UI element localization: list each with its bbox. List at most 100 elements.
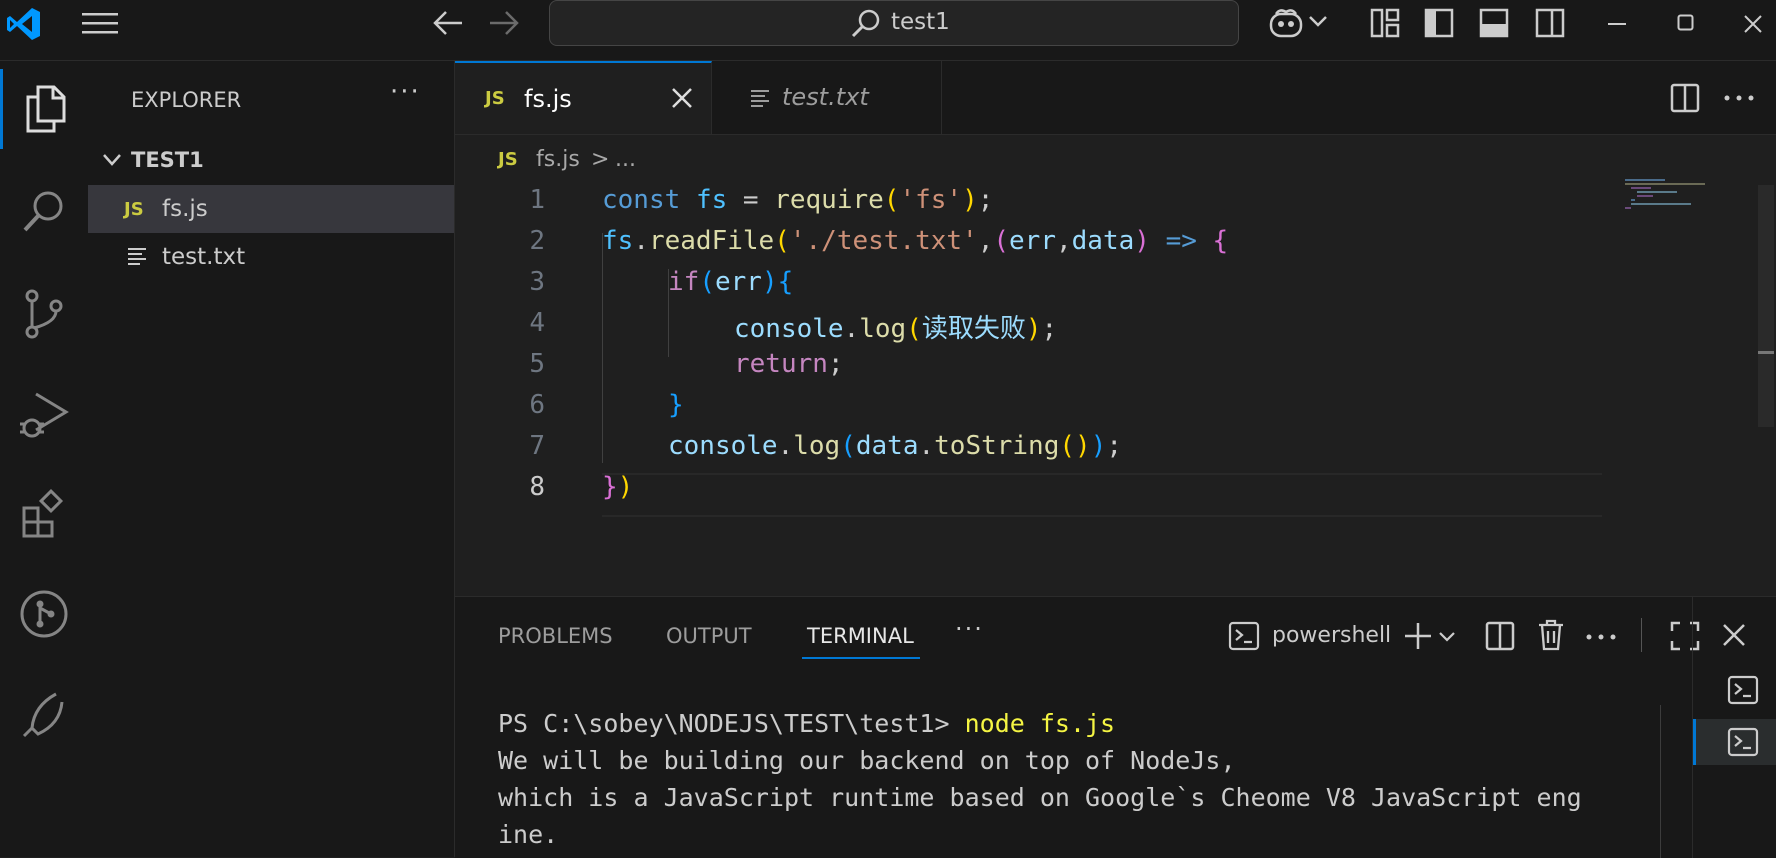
token: data (1071, 226, 1135, 256)
code-line-6: } (668, 390, 684, 420)
trash-icon[interactable] (1537, 619, 1565, 651)
explorer-activity-icon[interactable] (0, 69, 88, 149)
token: () (1059, 431, 1091, 461)
toggle-primary-sidebar-icon[interactable] (1424, 8, 1454, 38)
active-tab-indicator (802, 657, 920, 659)
remote-explorer-activity-icon[interactable] (0, 674, 88, 754)
editor-more-icon[interactable] (1724, 95, 1754, 101)
search-activity-icon[interactable] (0, 174, 88, 254)
terminal-shell-name[interactable]: powershell (1272, 623, 1391, 648)
folder-row-test1[interactable]: TEST1 (88, 141, 454, 181)
js-file-icon: JS (485, 88, 505, 109)
command-center-search[interactable]: test1 (549, 0, 1239, 46)
code-line-5: return; (734, 349, 844, 379)
activity-bar (0, 61, 89, 857)
line-number: 6 (529, 390, 545, 420)
terminal-command-line: PS C:\sobey\NODEJS\TEST\test1> node fs.j… (498, 705, 1582, 742)
tab-terminal[interactable]: TERMINAL (807, 624, 914, 648)
tab-label: fs.js (524, 85, 572, 113)
copilot-icon[interactable] (1268, 6, 1304, 40)
back-arrow-icon[interactable] (432, 8, 464, 38)
token: fs (695, 185, 728, 215)
code-editor[interactable]: 1 2 3 4 5 6 7 8 const fs = require('fs')… (455, 179, 1776, 595)
terminal-output[interactable]: PS C:\sobey\NODEJS\TEST\test1> node fs.j… (498, 705, 1582, 853)
tab-problems[interactable]: PROBLEMS (498, 624, 613, 648)
file-item-test-txt[interactable]: test.txt (88, 233, 454, 281)
extensions-activity-icon[interactable] (0, 474, 88, 554)
git-graph-activity-icon[interactable] (0, 574, 88, 654)
search-label: test1 (891, 9, 950, 35)
token: log (859, 314, 907, 344)
line-number: 2 (529, 226, 545, 256)
customize-layout-icon[interactable] (1370, 8, 1400, 38)
close-window-icon[interactable] (1743, 14, 1763, 34)
terminal-scrollbar-track (1660, 705, 1661, 858)
token: err (1009, 226, 1056, 256)
token: ) (617, 472, 634, 502)
token: 'fs' (899, 185, 963, 215)
toggle-panel-icon[interactable] (1479, 8, 1509, 38)
menu-icon[interactable] (82, 10, 118, 38)
token: ) (1090, 431, 1107, 461)
code-line-1: const fs = require('fs'); (602, 185, 993, 215)
token: ) (761, 267, 778, 297)
bottom-panel: PROBLEMS OUTPUT TERMINAL ··· powershell … (455, 596, 1776, 858)
split-editor-icon[interactable] (1670, 83, 1700, 113)
token: ( (699, 267, 715, 297)
title-bar: test1 (0, 0, 1776, 61)
token: . (843, 314, 860, 344)
token: => (1165, 226, 1197, 256)
tab-fs-js[interactable]: JS fs.js (455, 61, 712, 134)
editor-scrollbar[interactable] (1758, 185, 1774, 427)
terminal-output-line: which is a JavaScript runtime based on G… (498, 783, 1582, 812)
close-tab-icon[interactable] (671, 87, 693, 109)
terminal-instance-active[interactable] (1693, 719, 1776, 765)
minimize-icon[interactable] (1608, 22, 1626, 26)
panel-more-actions[interactable]: ··· (955, 615, 984, 643)
minimap[interactable] (1625, 179, 1735, 219)
tab-test-txt[interactable]: test.txt (713, 61, 942, 134)
new-terminal-plus-icon[interactable] (1403, 621, 1433, 651)
token: require (774, 185, 884, 215)
search-icon (850, 8, 882, 40)
line-number: 3 (529, 267, 545, 297)
terminal-output-line: ine. (498, 820, 559, 849)
terminal-tabs-list (1692, 597, 1776, 858)
toggle-secondary-sidebar-icon[interactable] (1535, 8, 1565, 38)
editor-tab-bar: JS fs.js test.txt (455, 61, 1776, 135)
token: ) (1025, 314, 1042, 344)
file-item-fs-js[interactable]: JS fs.js (88, 185, 454, 233)
maximize-icon[interactable] (1677, 14, 1695, 32)
terminal-shell-icon (1228, 621, 1260, 651)
token: fs (602, 226, 634, 256)
terminal-instance-icon[interactable] (1727, 675, 1759, 705)
breadcrumb-separator: > (591, 147, 610, 172)
terminal-more-icon[interactable] (1586, 634, 1616, 640)
copilot-chevron-down-icon[interactable] (1308, 14, 1328, 28)
run-debug-activity-icon[interactable] (0, 374, 88, 454)
token: './test.txt' (789, 226, 978, 256)
scrollbar-position-marker (1758, 351, 1774, 354)
line-number: 4 (529, 308, 545, 338)
token: ( (883, 185, 900, 215)
explorer-more-actions[interactable]: ··· (390, 77, 421, 107)
token: toString (934, 431, 1060, 461)
token: } (602, 472, 618, 502)
breadcrumb-symbols[interactable]: ... (615, 147, 636, 172)
explorer-sidebar: EXPLORER ··· TEST1 JS fs.js test.txt (88, 61, 455, 857)
js-file-icon: JS (498, 149, 518, 170)
forward-arrow-icon[interactable] (488, 8, 520, 38)
token: } (668, 390, 684, 420)
token: ; (1041, 314, 1058, 344)
breadcrumb-file[interactable]: fs.js (536, 147, 580, 172)
source-control-activity-icon[interactable] (0, 274, 88, 354)
code-line-7: console.log(data.toString()); (668, 431, 1122, 461)
indent-guide (602, 233, 603, 463)
js-file-icon: JS (124, 199, 144, 220)
split-terminal-icon[interactable] (1485, 621, 1515, 651)
tab-output[interactable]: OUTPUT (666, 624, 752, 648)
token: console (668, 431, 778, 461)
terminal-chevron-down-icon[interactable] (1438, 631, 1456, 643)
